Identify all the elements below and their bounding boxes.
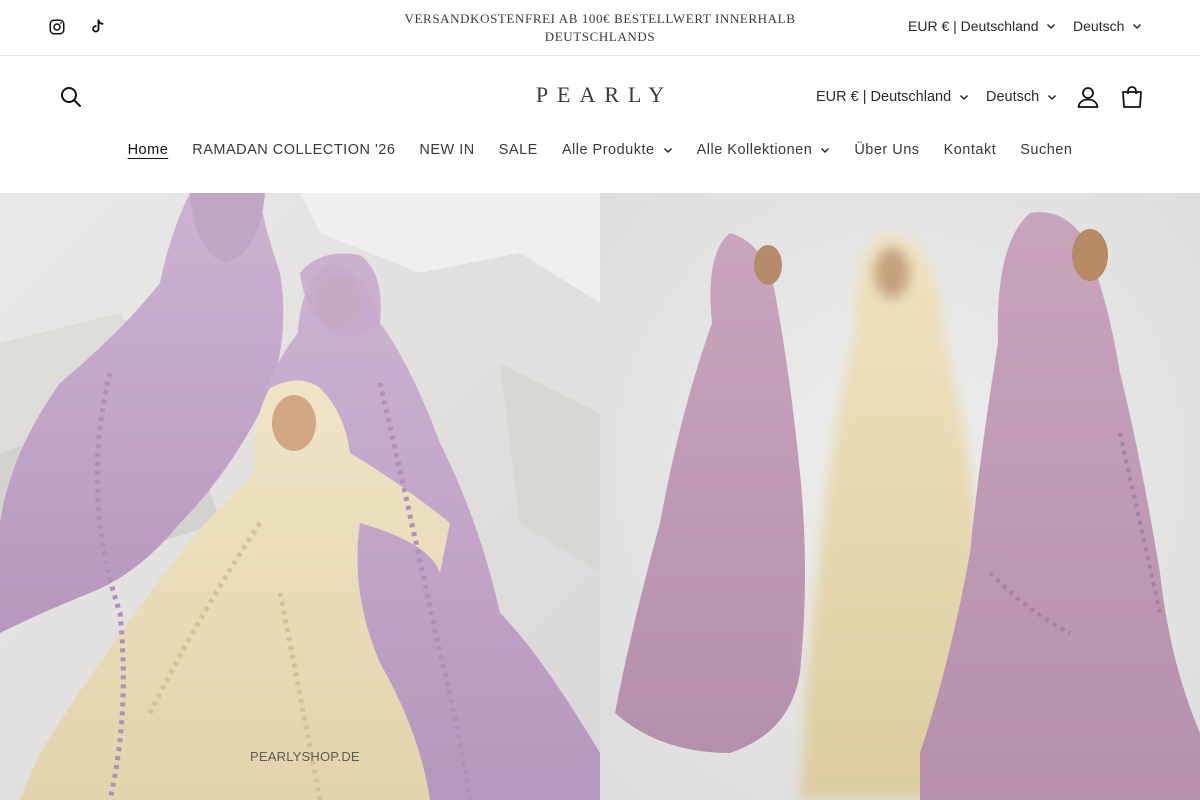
announcement-line-2: DEUTSCHLANDS [544, 29, 656, 44]
chevron-down-icon [1047, 24, 1056, 29]
header-language-selector[interactable]: Deutsch [986, 89, 1057, 105]
social-links [46, 16, 108, 38]
models-seated-illustration [0, 193, 600, 800]
nav-label: SALE [498, 142, 538, 158]
cart-button[interactable] [1119, 84, 1145, 110]
hero-section: PEARLYSHOP.DE [0, 193, 1200, 800]
instagram-icon[interactable] [46, 16, 68, 38]
nav-item-suchen[interactable]: Suchen [1008, 142, 1084, 158]
hero-image-right[interactable] [600, 193, 1200, 800]
nav-label: NEW IN [419, 142, 475, 158]
site-header: PEARLY EUR € | Deutschland Deutsch Home … [0, 56, 1200, 194]
account-button[interactable] [1075, 84, 1101, 110]
shopping-bag-icon [1122, 86, 1142, 108]
language-label: Deutsch [1073, 18, 1125, 34]
models-standing-illustration [600, 193, 1200, 800]
chevron-down-icon [1133, 24, 1142, 29]
announcement-language-selector[interactable]: Deutsch [1073, 18, 1142, 34]
nav-item-ueber-uns[interactable]: Über Uns [842, 142, 931, 158]
nav-label: Alle Produkte [561, 142, 655, 158]
currency-label: EUR € | Deutschland [816, 89, 952, 105]
site-logo[interactable]: PEARLY [500, 82, 700, 108]
user-icon [1077, 87, 1099, 108]
search-button[interactable] [58, 84, 86, 112]
hero-watermark: PEARLYSHOP.DE [250, 749, 360, 764]
nav-label: Über Uns [854, 142, 920, 158]
nav-item-home[interactable]: Home [116, 142, 181, 158]
nav-label: Suchen [1020, 142, 1073, 158]
hero-image-left[interactable]: PEARLYSHOP.DE [0, 193, 600, 800]
chevron-down-icon [821, 148, 830, 153]
nav-item-sale[interactable]: SALE [487, 142, 550, 158]
chevron-down-icon [663, 148, 672, 153]
nav-item-ramadan-collection[interactable]: RAMADAN COLLECTION '26 [180, 142, 407, 158]
nav-item-new-in[interactable]: NEW IN [407, 142, 486, 158]
announcement-bar: VERSANDKOSTENFREI AB 100€ BESTELLWERT IN… [0, 0, 1200, 56]
header-currency-selector[interactable]: EUR € | Deutschland [816, 89, 969, 105]
main-navigation: Home RAMADAN COLLECTION '26 NEW IN SALE … [0, 142, 1200, 158]
chevron-down-icon [960, 95, 969, 100]
nav-label: Alle Kollektionen [696, 142, 813, 158]
nav-item-alle-kollektionen[interactable]: Alle Kollektionen [685, 142, 843, 158]
tiktok-icon[interactable] [86, 16, 108, 38]
nav-item-alle-produkte[interactable]: Alle Produkte [550, 142, 685, 158]
announcement-line-1: VERSANDKOSTENFREI AB 100€ BESTELLWERT IN… [404, 11, 796, 26]
chevron-down-icon [1048, 95, 1057, 100]
nav-label: RAMADAN COLLECTION '26 [192, 142, 396, 158]
nav-item-kontakt[interactable]: Kontakt [932, 142, 1009, 158]
announcement-text: VERSANDKOSTENFREI AB 100€ BESTELLWERT IN… [380, 10, 820, 46]
nav-label: Kontakt [943, 142, 997, 158]
announcement-currency-selector[interactable]: EUR € | Deutschland [908, 18, 1056, 34]
language-label: Deutsch [986, 89, 1040, 105]
currency-label: EUR € | Deutschland [908, 18, 1039, 34]
search-icon [61, 87, 81, 107]
nav-label: Home [127, 142, 169, 158]
